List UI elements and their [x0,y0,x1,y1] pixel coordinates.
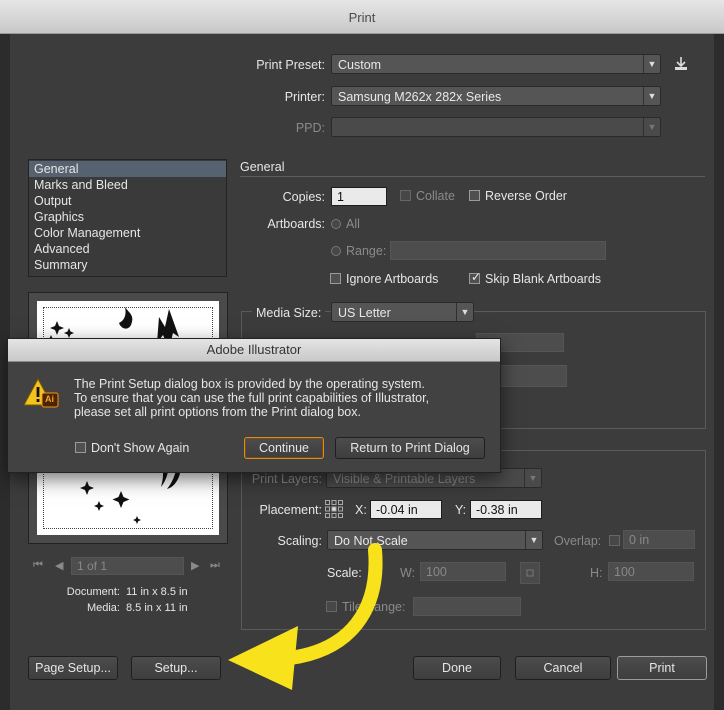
w-label: W: [400,566,416,580]
sidebar-item-summary[interactable]: Summary [29,257,226,273]
save-preset-icon[interactable] [672,55,690,73]
reverse-order-label: Reverse Order [485,189,567,203]
first-page-icon[interactable]: ⏮ [33,559,43,572]
print-layers-value: Visible & Printable Layers [333,472,476,486]
prev-page-icon[interactable]: ◀ [55,559,63,572]
sidebar-item-general[interactable]: General [29,161,226,177]
alert-line-3: please set all print options from the Pr… [74,405,361,419]
chevron-down-icon: ▼ [643,87,660,105]
w-field[interactable]: 100 [420,562,506,581]
placement-label: Placement: [259,503,322,517]
document-label: Document: [66,586,120,598]
window-title: Print [348,10,376,25]
next-page-icon[interactable]: ▶ [191,559,199,572]
sidebar-item-graphics[interactable]: Graphics [29,209,226,225]
range-radio[interactable] [331,246,341,256]
chevron-down-icon: ▼ [456,303,473,321]
x-label: X: [355,503,367,517]
printer-value: Samsung M262x 282x Series [338,90,502,104]
collate-label: Collate [416,189,455,203]
range-field[interactable] [390,241,606,260]
cancel-button[interactable]: Cancel [515,656,611,680]
placement-grid-icon[interactable] [324,499,344,519]
x-field[interactable]: -0.04 in [370,500,442,519]
skip-blank-label: Skip Blank Artboards [485,272,602,286]
all-radio[interactable] [331,219,341,229]
alert-line-1: The Print Setup dialog box is provided b… [74,377,425,391]
last-page-icon[interactable]: ⏭ [210,559,220,572]
print-button[interactable]: Print [617,656,707,680]
y-field[interactable]: -0.38 in [470,500,542,519]
print-layers-label: Print Layers: [251,472,322,486]
link-icon[interactable] [520,562,540,584]
copies-label: Copies: [282,190,325,204]
alert-dialog: Adobe Illustrator Ai The Print Setup dia… [7,338,501,473]
continue-button[interactable]: Continue [244,437,324,459]
overlap-checkbox[interactable] [609,535,620,546]
print-preset-select[interactable]: Custom ▼ [331,54,661,74]
printer-label: Printer: [284,90,325,104]
chevron-down-icon: ▼ [524,469,541,487]
reverse-order-checkbox[interactable] [469,190,480,201]
h-field[interactable]: 100 [608,562,694,581]
alert-message: The Print Setup dialog box is provided b… [74,377,484,419]
window-titlebar: Print [0,0,724,34]
y-label: Y: [455,503,467,517]
all-label: All [346,217,360,231]
print-preset-value: Custom [338,58,382,72]
tile-range-field[interactable] [413,597,521,616]
page-nav-field[interactable]: 1 of 1 [71,557,184,575]
range-label: Range: [346,244,387,258]
chevron-down-icon: ▼ [525,531,542,549]
warning-icon: Ai [23,377,60,409]
dont-show-checkbox[interactable] [75,442,86,453]
media-value: 8.5 in x 11 in [126,602,188,614]
ignore-artboards-label: Ignore Artboards [346,272,439,286]
overlap-field[interactable]: 0 in [623,530,695,549]
section-title: General [240,160,285,174]
checkmark-icon: ✓ [471,270,482,284]
sidebar-item-advanced[interactable]: Advanced [29,241,226,257]
sidebar-item-marks-and-bleed[interactable]: Marks and Bleed [29,177,226,193]
copies-field[interactable]: 1 [331,187,387,206]
sidebar-item-color-management[interactable]: Color Management [29,225,226,241]
ppd-select[interactable]: ▼ [331,117,661,137]
done-button[interactable]: Done [413,656,501,680]
ignore-artboards-checkbox[interactable] [330,273,341,284]
setup-button[interactable]: Setup... [131,656,221,680]
right-edge [714,34,724,710]
media-label: Media: [86,602,120,614]
orientation-buttons[interactable] [497,365,567,387]
alert-title: Adobe Illustrator [8,339,500,362]
annotation-arrow [228,543,383,690]
printer-select[interactable]: Samsung M262x 282x Series ▼ [331,86,661,106]
section-divider [240,176,705,177]
ai-badge: Ai [45,394,54,404]
dont-show-label: Don't Show Again [91,441,190,455]
h-label: H: [590,566,603,580]
media-size-label: Media Size: [252,306,326,320]
media-size-value: US Letter [338,306,391,320]
chevron-down-icon: ▼ [643,118,660,136]
chevron-down-icon: ▼ [643,55,660,73]
return-to-print-dialog-button[interactable]: Return to Print Dialog [335,437,485,459]
sidebar-item-output[interactable]: Output [29,193,226,209]
artboards-label: Artboards: [267,217,325,231]
page-setup-button[interactable]: Page Setup... [28,656,118,680]
alert-line-2: To ensure that you can use the full prin… [74,391,430,405]
ppd-label: PPD: [295,121,325,135]
document-value: 11 in x 8.5 in [126,586,188,598]
media-size-select[interactable]: US Letter ▼ [331,302,474,322]
skip-blank-checkbox[interactable]: ✓ [469,270,482,284]
collate-checkbox[interactable] [400,190,411,201]
print-preset-label: Print Preset: [256,58,325,72]
category-list[interactable]: General Marks and Bleed Output Graphics Colo… [28,159,227,277]
overlap-label: Overlap: [554,534,602,548]
